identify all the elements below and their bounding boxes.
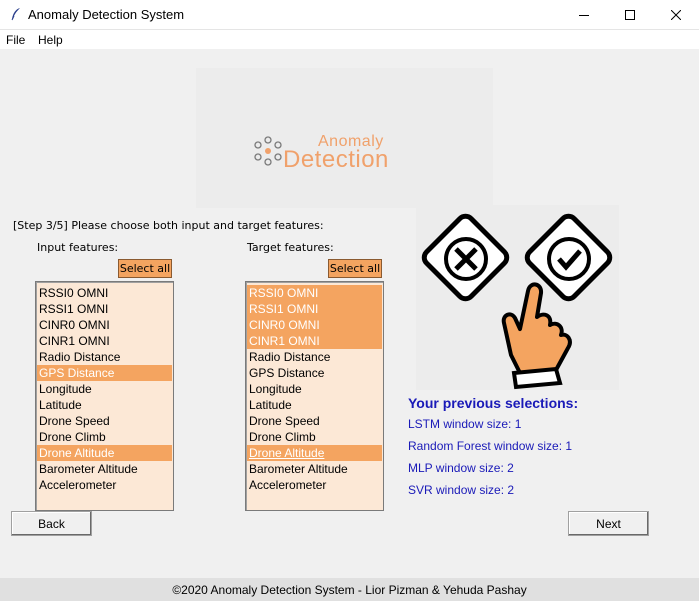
footer-copyright: ©2020 Anomaly Detection System - Lior Pi… <box>0 578 699 601</box>
target-features-listbox[interactable]: RSSI0 OMNI RSSI1 OMNI CINR0 OMNI CINR1 OMNI… <box>245 281 384 511</box>
input-list-item[interactable]: Longitude <box>37 381 172 397</box>
target-list-item[interactable]: Radio Distance <box>247 349 382 365</box>
target-list-item[interactable]: Drone Climb <box>247 429 382 445</box>
target-select-all-button[interactable]: Select all <box>328 259 382 278</box>
target-list-item[interactable]: RSSI0 OMNI <box>247 285 382 301</box>
target-list-item[interactable]: Drone Speed <box>247 413 382 429</box>
target-list-item[interactable]: GPS Distance <box>247 365 382 381</box>
target-list-item[interactable]: CINR0 OMNI <box>247 317 382 333</box>
title-bar: Anomaly Detection System <box>0 0 699 30</box>
previous-selections-title: Your previous selections: <box>408 395 579 411</box>
target-list-item[interactable]: Drone Altitude <box>247 445 382 461</box>
logo-dots-icon <box>254 136 282 166</box>
target-list-item[interactable]: Longitude <box>247 381 382 397</box>
feather-icon <box>11 8 20 21</box>
minimize-button[interactable] <box>561 0 607 30</box>
input-list-item[interactable]: GPS Distance <box>37 365 172 381</box>
input-list-item[interactable]: Radio Distance <box>37 349 172 365</box>
choice-hand-illustration <box>416 205 619 390</box>
menu-help[interactable]: Help <box>38 33 63 47</box>
close-button[interactable] <box>653 0 699 30</box>
input-list-item[interactable]: Drone Climb <box>37 429 172 445</box>
input-features-listbox[interactable]: RSSI0 OMNI RSSI1 OMNI CINR0 OMNI CINR1 OMNI… <box>35 281 174 511</box>
close-icon <box>671 10 681 20</box>
back-button[interactable]: Back <box>11 511 92 536</box>
prev-lstm-window: LSTM window size: 1 <box>408 417 522 431</box>
target-list-item[interactable]: CINR1 OMNI <box>247 333 382 349</box>
input-select-all-button[interactable]: Select all <box>118 259 172 278</box>
minimize-icon <box>579 15 589 16</box>
menu-file[interactable]: File <box>6 33 25 47</box>
target-list-item[interactable]: Accelerometer <box>247 477 382 493</box>
prev-svr-window: SVR window size: 2 <box>408 483 515 497</box>
input-list-item[interactable]: CINR0 OMNI <box>37 317 172 333</box>
window-title: Anomaly Detection System <box>28 7 185 22</box>
input-features-label: Input features: <box>37 241 119 254</box>
logo-word-detection: Detection <box>283 146 389 173</box>
menu-bar: File Help <box>0 30 699 49</box>
input-list-item[interactable]: CINR1 OMNI <box>37 333 172 349</box>
target-list-item[interactable]: RSSI1 OMNI <box>247 301 382 317</box>
target-list-item[interactable]: Barometer Altitude <box>247 461 382 477</box>
input-list-item[interactable]: RSSI0 OMNI <box>37 285 172 301</box>
step-instruction: [Step 3/5] Please choose both input and … <box>13 219 324 232</box>
input-list-item[interactable]: Accelerometer <box>37 477 172 493</box>
input-list-item[interactable]: Drone Speed <box>37 413 172 429</box>
next-button[interactable]: Next <box>568 511 649 536</box>
target-list-item[interactable]: Latitude <box>247 397 382 413</box>
input-list-item[interactable]: Barometer Altitude <box>37 461 172 477</box>
input-list-item[interactable]: RSSI1 OMNI <box>37 301 172 317</box>
maximize-button[interactable] <box>607 0 653 30</box>
target-features-label: Target features: <box>247 241 334 254</box>
input-list-item[interactable]: Latitude <box>37 397 172 413</box>
maximize-icon <box>625 10 635 20</box>
prev-mlp-window: MLP window size: 2 <box>408 461 514 475</box>
prev-rf-window: Random Forest window size: 1 <box>408 439 573 453</box>
input-list-item[interactable]: Drone Altitude <box>37 445 172 461</box>
